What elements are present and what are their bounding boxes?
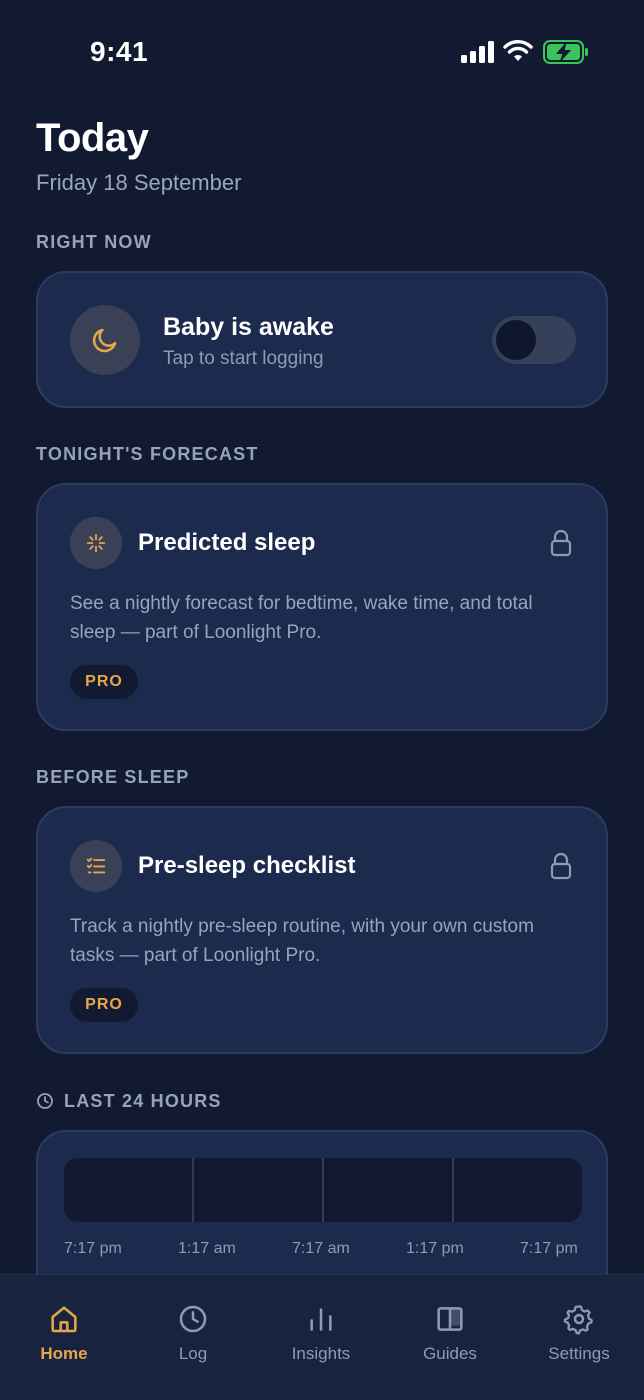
section-label-right-now: RIGHT NOW <box>36 232 152 252</box>
pro-badge: PRO <box>70 665 138 699</box>
status-time: 9:41 <box>90 36 149 67</box>
tab-guides[interactable]: Guides <box>400 1275 500 1385</box>
awake-subtitle: Tap to start logging <box>163 348 324 369</box>
book-icon <box>437 1307 463 1331</box>
pro-badge: PRO <box>70 988 138 1022</box>
sparkle-icon-circle <box>70 517 122 569</box>
today-screen: 9:41 Today Friday 18 September RIGHT NOW <box>0 0 644 1400</box>
toggle-knob <box>496 320 536 360</box>
timeline-bar <box>64 1158 582 1222</box>
section-label-last-24-hours: LAST 24 HOURS <box>64 1091 222 1111</box>
checklist-icon-circle <box>70 840 122 892</box>
timeline-time-label: 7:17 pm <box>64 1240 122 1257</box>
awake-status-card[interactable]: Baby is awake Tap to start logging <box>36 271 608 408</box>
sleep-toggle[interactable] <box>492 316 576 364</box>
pre-sleep-checklist-title: Pre-sleep checklist <box>138 852 356 879</box>
moon-icon-circle <box>70 305 140 375</box>
tab-insights-label: Insights <box>291 1344 351 1363</box>
predicted-sleep-card[interactable]: Predicted sleep See a nightly forecast f… <box>36 483 608 731</box>
clock-icon <box>179 1305 207 1333</box>
page-date: Friday 18 September <box>36 170 242 195</box>
section-label-before-sleep: BEFORE SLEEP <box>36 767 190 787</box>
checklist-icon <box>86 857 106 874</box>
bar-chart-icon <box>310 1308 332 1331</box>
lock-icon <box>550 529 572 557</box>
timeline-divider <box>452 1158 454 1222</box>
tab-settings-label: Settings <box>548 1344 610 1363</box>
section-label-forecast: TONIGHT'S FORECAST <box>36 444 259 464</box>
page-title: Today <box>36 116 149 160</box>
tab-home[interactable]: Home <box>14 1275 114 1385</box>
tab-settings[interactable]: Settings <box>529 1275 629 1385</box>
tab-log-label: Log <box>178 1344 208 1363</box>
timeline-divider <box>192 1158 194 1222</box>
tab-bar: Home Log Insights Guides Settings <box>0 1274 644 1400</box>
lock-icon <box>550 852 572 880</box>
cellular-signal-icon <box>461 41 494 63</box>
moon-icon <box>92 328 117 353</box>
timeline-time-label: 1:17 am <box>178 1240 236 1257</box>
pre-sleep-checklist-description: Track a nightly pre-sleep routine, with … <box>70 916 534 966</box>
tab-log[interactable]: Log <box>143 1275 243 1385</box>
awake-title: Baby is awake <box>163 313 334 341</box>
battery-charging-icon <box>543 40 588 64</box>
tab-insights[interactable]: Insights <box>271 1275 371 1385</box>
timeline-time-label: 7:17 pm <box>520 1240 578 1257</box>
home-icon <box>51 1306 77 1333</box>
gear-icon <box>563 1305 593 1335</box>
predicted-sleep-description: See a nightly forecast for bedtime, wake… <box>70 593 533 643</box>
wifi-icon <box>503 40 533 61</box>
pre-sleep-checklist-card[interactable]: Pre-sleep checklist Track a nightly pre-… <box>36 806 608 1054</box>
timeline-time-label: 7:17 am <box>292 1240 350 1257</box>
tab-guides-label: Guides <box>423 1344 477 1363</box>
tab-home-label: Home <box>40 1344 88 1363</box>
timeline-divider <box>322 1158 324 1222</box>
timeline-time-label: 1:17 pm <box>406 1240 464 1257</box>
status-bar: 9:41 <box>0 0 644 104</box>
sparkle-icon <box>86 533 106 553</box>
clock-icon <box>37 1093 53 1109</box>
predicted-sleep-title: Predicted sleep <box>138 529 316 556</box>
